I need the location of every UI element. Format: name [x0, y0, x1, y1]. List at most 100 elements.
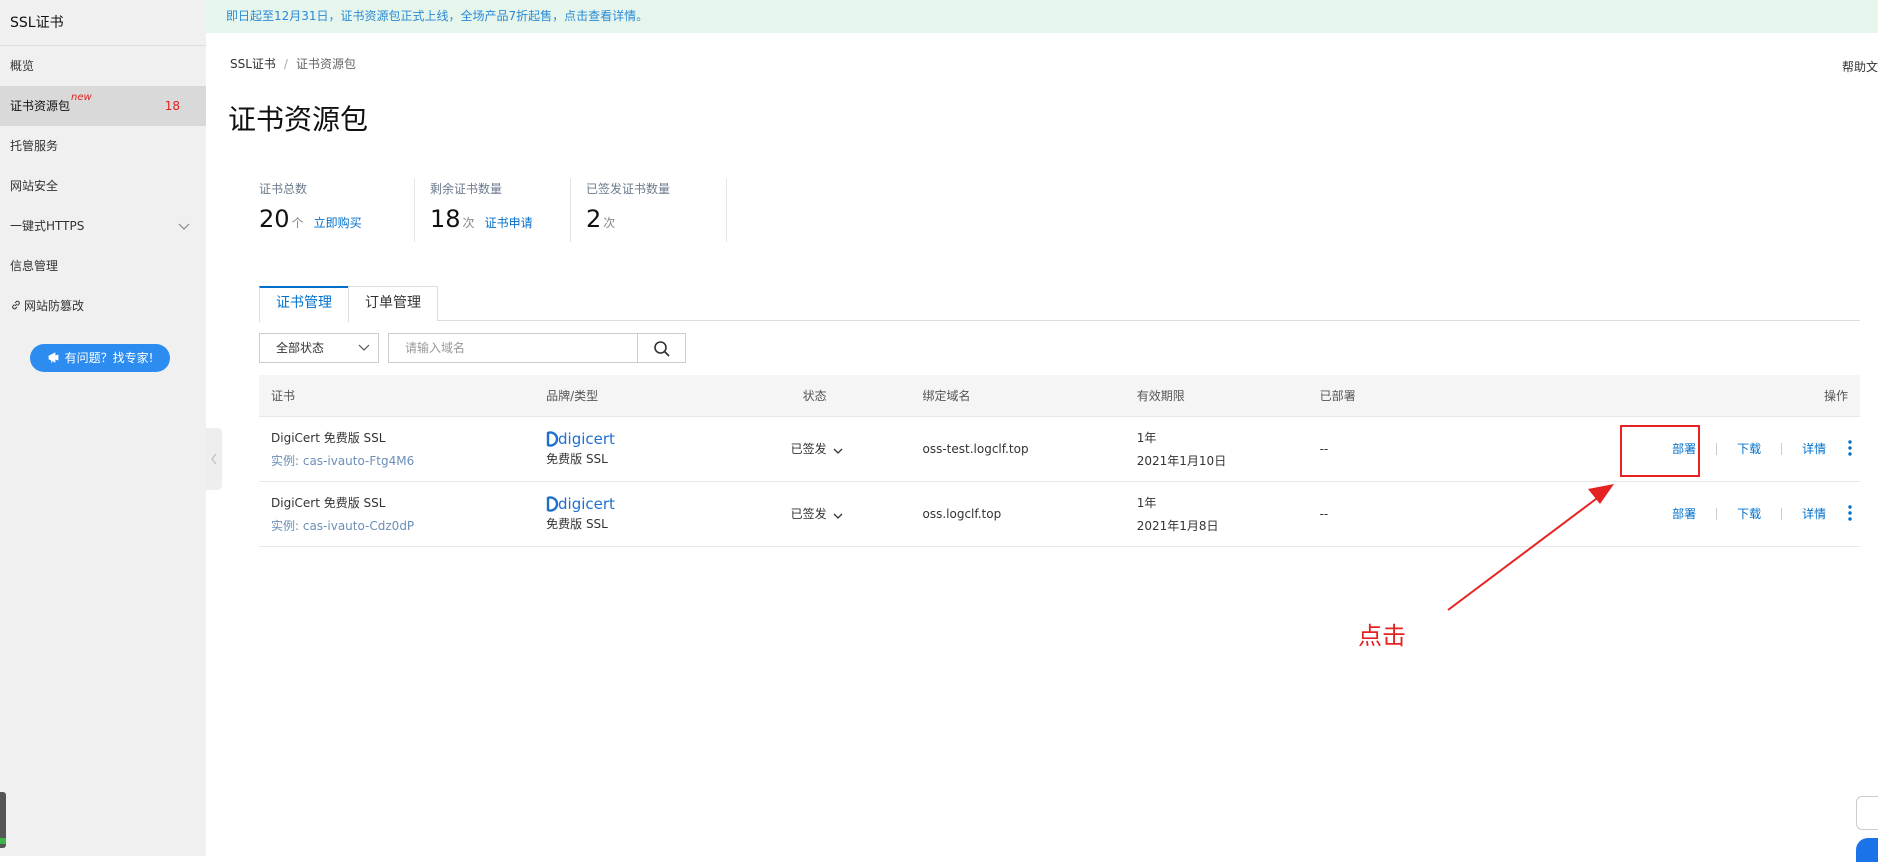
cert-type: 免费版 SSL — [546, 517, 608, 531]
cert-name: DigiCert 免费版 SSL — [271, 495, 386, 510]
bound-domain: oss-test.logclf.top — [910, 416, 1125, 482]
sidebar-item-label: 一键式HTTPS — [10, 219, 85, 233]
sidebar-item-label: 托管服务 — [10, 139, 59, 153]
digicert-logo: digicert — [546, 430, 615, 448]
col-status: 状态 — [778, 375, 911, 417]
validity-period: 1年 — [1136, 495, 1157, 510]
download-button[interactable]: 下载 — [1737, 507, 1761, 521]
digicert-logo: digicert — [546, 495, 615, 513]
breadcrumb-item: 证书资源包 — [295, 57, 356, 71]
stat-unit: 次 — [462, 216, 475, 230]
sidebar-item-site-security[interactable]: 网站安全 — [0, 166, 206, 206]
divider — [1781, 443, 1783, 455]
more-vertical-icon[interactable] — [1848, 440, 1852, 456]
chevron-down-icon — [833, 448, 843, 454]
col-validity: 有效期限 — [1124, 375, 1308, 417]
col-actions: 操作 — [1660, 375, 1860, 417]
cert-instance-link[interactable]: 实例: cas-ivauto-Ftg4M6 — [271, 452, 533, 469]
ask-expert-label: 有问题？找专家! — [64, 351, 154, 365]
status-text: 已签发 — [790, 507, 827, 521]
sidebar-item-hosting[interactable]: 托管服务 — [0, 126, 206, 166]
cert-type: 免费版 SSL — [546, 452, 608, 466]
sidebar-item-tamper-protection[interactable]: 网站防篡改 — [0, 286, 206, 326]
sidebar-item-label: 信息管理 — [10, 259, 59, 273]
deployed-value: -- — [1307, 481, 1661, 547]
chevron-down-icon — [178, 223, 190, 230]
banner-text: 即日起至12月31日，证书资源包正式上线，全场产品7折起售，点击查看详情。 — [226, 9, 649, 23]
stats-panel: 证书总数 20 个立即购买 剩余证书数量 18 次证书申请 已签发证书数量 2次 — [259, 178, 727, 242]
breadcrumb-item[interactable]: SSL证书 — [230, 57, 276, 71]
chevron-down-icon — [358, 344, 370, 351]
breadcrumb-separator: / — [283, 57, 288, 71]
details-button[interactable]: 详情 — [1802, 442, 1826, 456]
validity-date: 2021年1月10日 — [1136, 453, 1227, 468]
stat-unit: 个 — [291, 216, 304, 230]
brand-text: digicert — [558, 495, 615, 513]
help-doc-link[interactable]: 帮助文 — [1842, 58, 1878, 75]
status-select-value: 全部状态 — [276, 341, 325, 355]
annotation-highlight-box — [1620, 425, 1700, 477]
sidebar-item-cert-package[interactable]: 证书资源包new 18 — [0, 86, 206, 126]
sidebar-item-label: 概览 — [10, 59, 35, 73]
more-vertical-icon[interactable] — [1848, 505, 1852, 521]
count-badge: 18 — [164, 99, 180, 113]
table-row: DigiCert 免费版 SSL 实例: cas-ivauto-Cdz0dP d… — [259, 481, 1860, 547]
link-icon — [12, 300, 20, 310]
status-dot — [0, 838, 6, 844]
breadcrumb: SSL证书 / 证书资源包 — [230, 55, 356, 72]
deployed-value: -- — [1307, 416, 1661, 482]
domain-search-input[interactable] — [388, 333, 638, 363]
page-title: 证书资源包 — [228, 103, 369, 136]
brand-text: digicert — [558, 430, 615, 448]
deploy-button[interactable]: 部署 — [1672, 507, 1696, 521]
divider — [1716, 508, 1718, 520]
sidebar-title: SSL证书 — [0, 0, 206, 46]
apply-cert-link[interactable]: 证书申请 — [485, 216, 533, 230]
status-text: 已签发 — [790, 442, 827, 456]
search-icon — [654, 341, 670, 357]
sidebar-item-label: 网站安全 — [10, 179, 59, 193]
cert-name: DigiCert 免费版 SSL — [271, 430, 386, 445]
annotation-label: 点击 — [1358, 622, 1406, 650]
sidebar-item-label: 证书资源包 — [10, 99, 71, 113]
col-deployed: 已部署 — [1307, 375, 1661, 417]
sidebar-item-info-management[interactable]: 信息管理 — [0, 246, 206, 286]
col-brand: 品牌/类型 — [534, 375, 779, 417]
sidebar-collapse-handle[interactable] — [206, 428, 222, 490]
sidebar-item-overview[interactable]: 概览 — [0, 46, 206, 86]
status-dropdown[interactable]: 已签发 — [778, 416, 911, 482]
filter-bar: 全部状态 — [259, 333, 686, 363]
stat-value: 20 — [259, 205, 290, 233]
new-badge: new — [71, 92, 92, 103]
divider — [1716, 443, 1718, 455]
cert-instance-link[interactable]: 实例: cas-ivauto-Cdz0dP — [271, 517, 533, 534]
col-cert: 证书 — [259, 375, 535, 417]
chat-float-button[interactable] — [1856, 838, 1878, 862]
status-dropdown[interactable]: 已签发 — [778, 481, 911, 547]
stat-remaining: 剩余证书数量 18 次证书申请 — [415, 178, 571, 242]
chevron-down-icon — [833, 513, 843, 519]
promo-banner[interactable]: 即日起至12月31日，证书资源包正式上线，全场产品7折起售，点击查看详情。 — [206, 0, 1878, 33]
stat-label: 证书总数 — [259, 182, 308, 196]
left-dock-widget[interactable] — [0, 792, 6, 848]
search-button[interactable] — [638, 333, 686, 363]
feedback-float-button[interactable] — [1856, 796, 1878, 830]
sidebar-item-label: 网站防篡改 — [24, 299, 85, 313]
tab-bar: 证书管理 订单管理 — [259, 286, 1860, 322]
tab-cert-management[interactable]: 证书管理 — [259, 286, 349, 322]
ask-expert-button[interactable]: 有问题？找专家! — [30, 344, 170, 372]
stat-label: 剩余证书数量 — [430, 182, 503, 196]
status-select[interactable]: 全部状态 — [259, 333, 379, 363]
tab-order-management[interactable]: 订单管理 — [348, 286, 438, 321]
sidebar-item-one-click-https[interactable]: 一键式HTTPS — [0, 206, 206, 246]
download-button[interactable]: 下载 — [1737, 442, 1761, 456]
table-header-row: 证书 品牌/类型 状态 绑定域名 有效期限 已部署 操作 — [259, 375, 1860, 417]
divider — [1781, 508, 1783, 520]
buy-now-link[interactable]: 立即购买 — [314, 216, 362, 230]
validity-period: 1年 — [1136, 430, 1157, 445]
stat-value: 18 — [430, 205, 461, 233]
details-button[interactable]: 详情 — [1802, 507, 1826, 521]
stat-issued: 已签发证书数量 2次 — [571, 178, 727, 242]
megaphone-icon — [48, 352, 58, 364]
stat-total: 证书总数 20 个立即购买 — [259, 178, 415, 242]
